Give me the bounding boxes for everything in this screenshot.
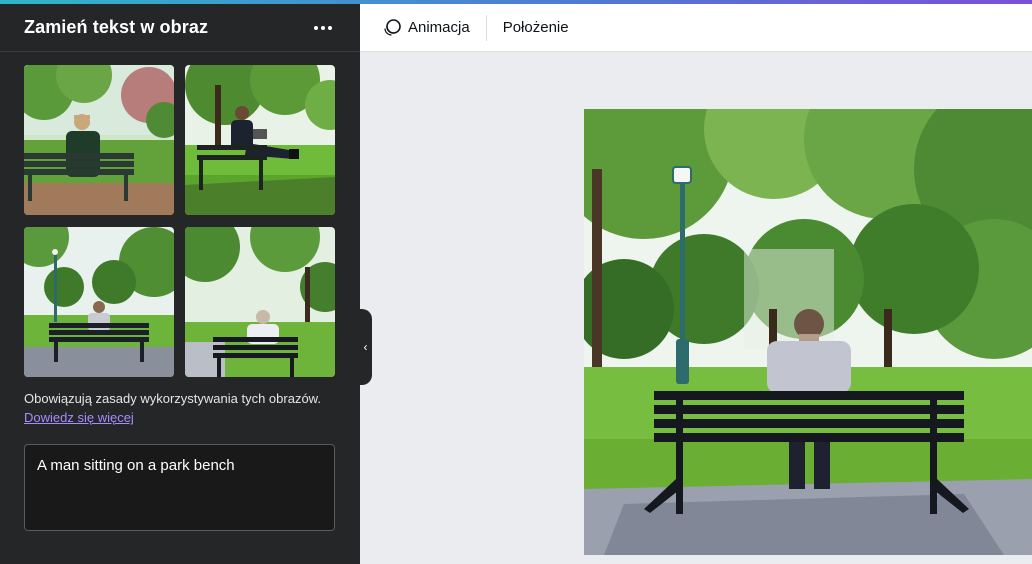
learn-more-link[interactable]: Dowiedz się więcej: [24, 410, 134, 425]
chevron-left-icon: ‹: [363, 340, 368, 354]
animation-label: Animacja: [408, 19, 470, 36]
animation-button[interactable]: Animacja: [372, 12, 480, 44]
panel-title: Zamień tekst w obraz: [24, 17, 209, 37]
animation-icon: [384, 18, 401, 36]
toolbar-divider: [485, 14, 487, 41]
more-options-icon[interactable]: [310, 18, 336, 38]
prompt-input[interactable]: A man sitting on a park bench: [24, 444, 335, 531]
generated-image-1[interactable]: [24, 65, 174, 215]
generated-image-4[interactable]: [185, 227, 335, 377]
position-button[interactable]: Położenie: [493, 12, 579, 44]
panel-header: Zamień tekst w obraz: [0, 4, 360, 52]
generated-image-3[interactable]: [24, 227, 174, 377]
collapse-panel-button[interactable]: ‹: [359, 309, 372, 385]
usage-terms-text: Obowiązują zasady wykorzystywania tych o…: [24, 391, 321, 406]
generated-image-2[interactable]: [185, 65, 335, 215]
generated-images-grid: [24, 65, 336, 377]
canvas-selected-image[interactable]: [584, 109, 1032, 555]
editor-toolbar: Animacja Położenie: [360, 4, 1032, 52]
position-label: Położenie: [502, 19, 569, 36]
